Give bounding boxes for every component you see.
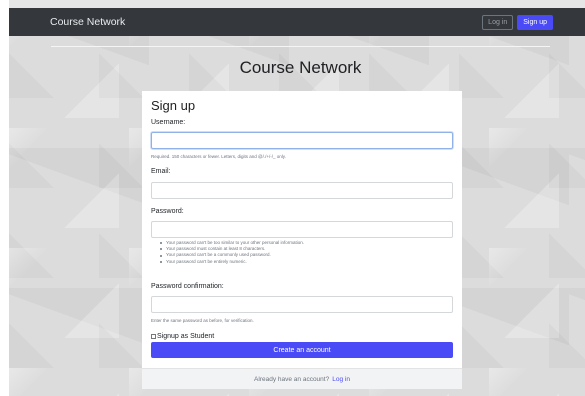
password-label: Password: xyxy=(151,208,184,215)
password-confirmation-input[interactable] xyxy=(151,296,453,313)
email-label: Email: xyxy=(151,168,171,175)
password-confirmation-label: Password confirmation: xyxy=(151,283,224,290)
create-account-button[interactable]: Create an account xyxy=(151,342,453,358)
login-button[interactable]: Log in xyxy=(482,15,514,30)
card-footer: Already have an account? Log in xyxy=(142,368,462,389)
password-rules: Your password can't be too similar to yo… xyxy=(160,240,304,265)
username-help: Required. 150 characters or fewer. Lette… xyxy=(151,154,286,159)
email-input[interactable] xyxy=(151,182,453,199)
student-checkbox-row[interactable]: Signup as Student xyxy=(151,333,214,340)
signup-card: Sign up Username: Required. 150 characte… xyxy=(142,91,462,389)
navbar-brand[interactable]: Course Network xyxy=(50,16,125,28)
form-title: Sign up xyxy=(151,98,196,113)
footer-text: Already have an account? xyxy=(254,375,330,383)
divider xyxy=(51,46,550,47)
username-input[interactable] xyxy=(151,132,453,149)
page-title: Course Network xyxy=(239,58,362,77)
student-checkbox[interactable] xyxy=(151,334,156,339)
footer-login-link[interactable]: Log in xyxy=(332,376,350,383)
navbar-actions: Log in Sign up xyxy=(482,15,553,30)
username-label: Username: xyxy=(151,119,186,126)
top-navbar: Course Network Log in Sign up xyxy=(9,8,585,36)
password-rule: Your password can't be entirely numeric. xyxy=(160,259,304,265)
password-input[interactable] xyxy=(151,221,453,238)
password-confirmation-help: Enter the same password as before, for v… xyxy=(151,318,254,323)
signup-button[interactable]: Sign up xyxy=(517,15,553,30)
student-checkbox-label: Signup as Student xyxy=(157,333,215,340)
